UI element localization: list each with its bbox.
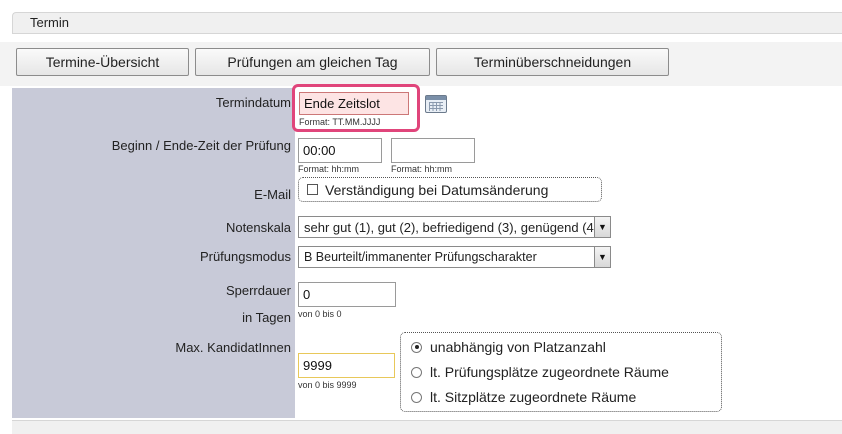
tab-terminueberschneidungen[interactable]: Terminüberschneidungen: [436, 48, 669, 76]
chevron-down-icon[interactable]: ▼: [594, 217, 610, 237]
end-time-hint: Format: hh:mm: [391, 164, 453, 174]
radio-button[interactable]: [411, 341, 422, 353]
tab-pruefungen-gleicher-tag[interactable]: Prüfungen am gleichen Tag: [195, 48, 430, 76]
sperrdauer-unit-label: in Tagen: [242, 310, 291, 325]
calendar-icon[interactable]: [425, 95, 447, 113]
radio-option-unabhaengig[interactable]: unabhängig von Platzanzahl: [411, 339, 721, 355]
notenskala-value: sehr gut (1), gut (2), befriedigend (3),…: [304, 219, 594, 235]
section-footer: [12, 420, 842, 434]
kandidaten-label: Max. KandidatInnen: [175, 340, 291, 355]
radio-option-pruefungsplaetze[interactable]: lt. Prüfungsplätze zugeordnete Räume: [411, 364, 721, 380]
radio-button[interactable]: [411, 366, 422, 378]
label-column: Termindatum Beginn / Ende-Zeit der Prüfu…: [12, 88, 295, 418]
tab-termine-uebersicht[interactable]: Termine-Übersicht: [16, 48, 189, 76]
pruefungsmodus-select[interactable]: B Beurteilt/immanenter Prüfungscharakter…: [298, 246, 611, 268]
zeit-label: Beginn / Ende-Zeit der Prüfung: [111, 138, 291, 153]
notenskala-select[interactable]: sehr gut (1), gut (2), befriedigend (3),…: [298, 216, 611, 238]
kandidaten-input[interactable]: 9999: [298, 353, 395, 378]
sperrdauer-hint: von 0 bis 0: [298, 309, 342, 319]
notenskala-label: Notenskala: [225, 220, 291, 235]
email-checkbox-label: Verständigung bei Datumsänderung: [325, 181, 549, 198]
end-time-input[interactable]: [391, 138, 475, 163]
radio-label: lt. Prüfungsplätze zugeordnete Räume: [430, 364, 669, 380]
radio-button[interactable]: [411, 391, 422, 403]
sperrdauer-label: Sperrdauer: [225, 283, 291, 298]
begin-time-input[interactable]: 00:00: [298, 138, 382, 163]
kandidaten-radio-group: unabhängig von Platzanzahl lt. Prüfungsp…: [400, 332, 722, 412]
radio-label: lt. Sitzplätze zugeordnete Räume: [430, 389, 637, 405]
radio-label: unabhängig von Platzanzahl: [430, 339, 606, 355]
kandidaten-hint: von 0 bis 9999: [298, 380, 357, 390]
radio-option-sitzplaetze[interactable]: lt. Sitzplätze zugeordnete Räume: [411, 389, 721, 405]
termindatum-hint: Format: TT.MM.JJJJ: [299, 117, 381, 127]
chevron-down-icon[interactable]: ▼: [594, 247, 610, 267]
email-checkbox-group: Verständigung bei Datumsänderung: [298, 177, 602, 202]
email-label: E-Mail: [254, 187, 291, 202]
email-notify-checkbox[interactable]: [307, 184, 318, 195]
section-header: [12, 12, 842, 34]
section-title: Termin: [30, 15, 70, 30]
sperrdauer-input[interactable]: 0: [298, 282, 396, 307]
pruefungsmodus-value: B Beurteilt/immanenter Prüfungscharakter: [304, 250, 537, 264]
begin-time-hint: Format: hh:mm: [298, 164, 360, 174]
pruefungsmodus-label: Prüfungsmodus: [199, 249, 291, 264]
termindatum-input[interactable]: Ende Zeitslot: [299, 92, 409, 115]
termindatum-label: Termindatum: [215, 95, 291, 110]
